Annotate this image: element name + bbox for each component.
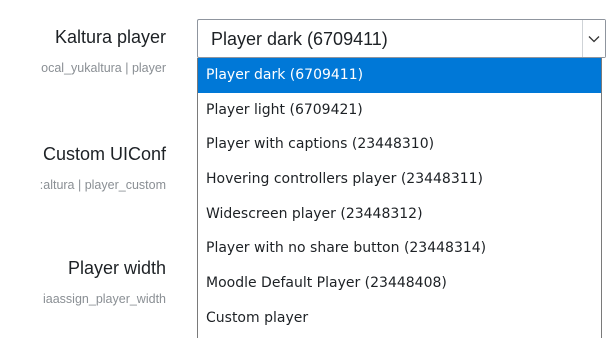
option-moodle-default-player[interactable]: Moodle Default Player (23448408)	[198, 266, 601, 301]
kaltura-player-label: Kaltura player	[54, 27, 166, 47]
option-player-with-captions[interactable]: Player with captions (23448310)	[198, 127, 601, 162]
player-width-setting-name: iaassign_player_width	[43, 292, 166, 306]
option-player-light[interactable]: Player light (6709421)	[198, 93, 601, 128]
kaltura-player-setting-name: ocal_yukaltura | player	[41, 61, 166, 75]
option-widescreen-player[interactable]: Widescreen player (23448312)	[198, 197, 601, 232]
custom-uiconf-label: Custom UIConf	[42, 144, 166, 164]
kaltura-player-select[interactable]: Player dark (6709411)	[197, 19, 606, 58]
option-player-no-share-button[interactable]: Player with no share button (23448314)	[198, 231, 601, 266]
option-hovering-controllers-player[interactable]: Hovering controllers player (23448311)	[198, 162, 601, 197]
player-width-label: Player width	[67, 258, 166, 278]
option-player-dark[interactable]: Player dark (6709411)	[198, 58, 601, 93]
chevron-down-icon[interactable]	[582, 20, 605, 57]
chevron-down-icon-glyph	[588, 35, 600, 42]
select-current-value: Player dark (6709411)	[211, 29, 388, 49]
custom-uiconf-setting-name: :altura | player_custom	[39, 178, 166, 192]
kaltura-player-dropdown-list: Player dark (6709411) Player light (6709…	[197, 58, 602, 338]
option-custom-player[interactable]: Custom player	[198, 301, 601, 336]
